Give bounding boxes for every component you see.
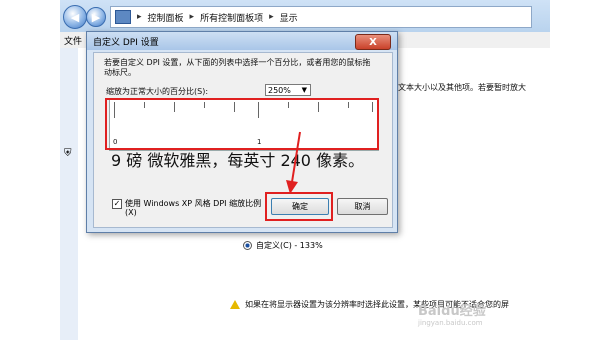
arrow-head bbox=[286, 180, 298, 194]
arrow-line bbox=[291, 131, 301, 183]
annotation-arrow bbox=[286, 131, 301, 194]
watermark-sub: jingyan.baidu.com bbox=[418, 319, 483, 327]
watermark: Baidu经验 jingyan.baidu.com bbox=[418, 300, 486, 327]
watermark-text: Baidu经验 bbox=[418, 304, 486, 319]
